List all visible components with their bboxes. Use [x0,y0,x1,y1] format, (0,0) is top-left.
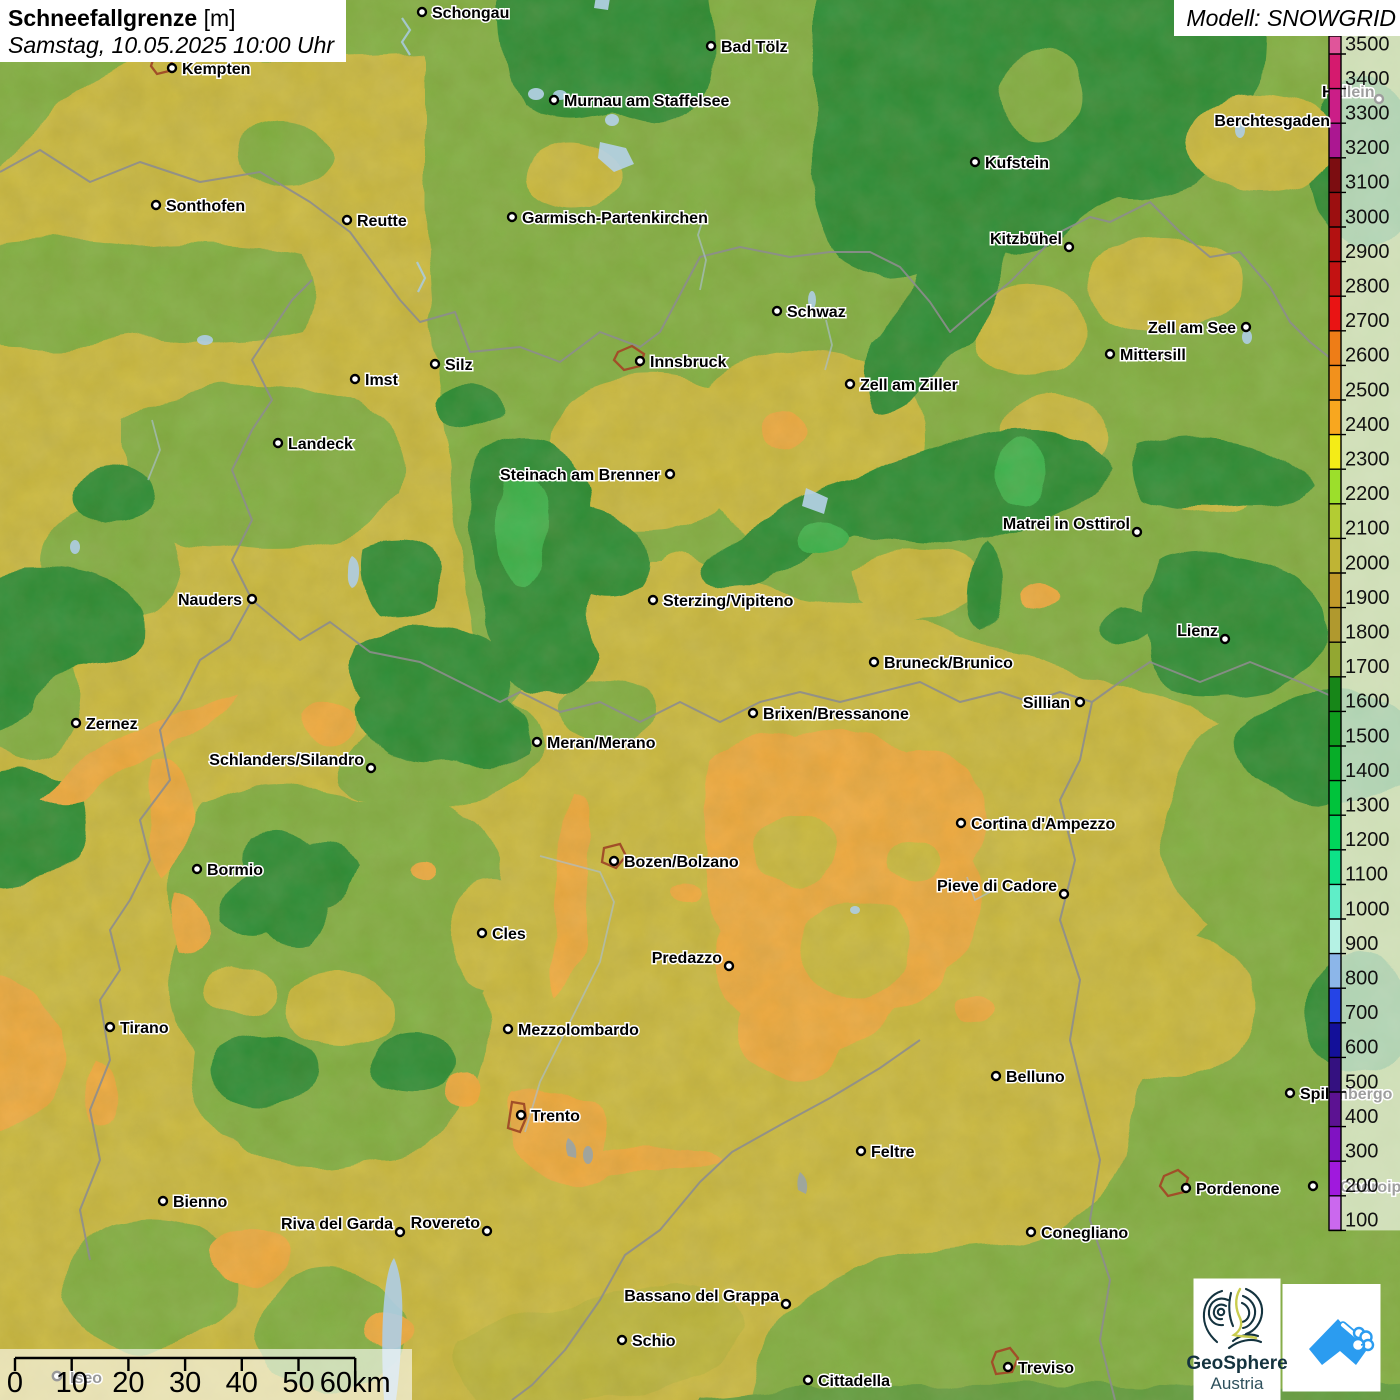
svg-text:600: 600 [1345,1037,1378,1059]
svg-text:2500: 2500 [1345,379,1390,401]
svg-text:Kempten: Kempten [182,61,250,78]
svg-text:1400: 1400 [1345,760,1390,782]
svg-text:2600: 2600 [1345,345,1390,367]
svg-text:Schneefallgrenze [m]: Schneefallgrenze [m] [8,5,236,31]
svg-text:1300: 1300 [1345,794,1390,816]
svg-text:Schlanders/Silandro: Schlanders/Silandro [209,752,364,769]
svg-text:Schwaz: Schwaz [787,304,846,321]
svg-text:2000: 2000 [1345,552,1390,574]
svg-text:1700: 1700 [1345,656,1390,678]
svg-text:3500: 3500 [1345,33,1390,55]
svg-text:2400: 2400 [1345,414,1390,436]
svg-text:Garmisch-Partenkirchen: Garmisch-Partenkirchen [522,210,708,227]
svg-text:Pordenone: Pordenone [1196,1181,1280,1198]
svg-text:2200: 2200 [1345,483,1390,505]
svg-text:Brixen/Bressanone: Brixen/Bressanone [763,706,909,723]
svg-text:500: 500 [1345,1071,1378,1093]
svg-text:Cles: Cles [492,926,526,943]
svg-text:Zell am Ziller: Zell am Ziller [860,377,958,394]
svg-text:Bruneck/Brunico: Bruneck/Brunico [884,655,1013,672]
svg-text:Matrei in Osttirol: Matrei in Osttirol [1003,516,1130,533]
svg-text:Kitzbühel: Kitzbühel [990,231,1062,248]
svg-text:Bozen/Bolzano: Bozen/Bolzano [624,854,739,871]
svg-text:2100: 2100 [1345,518,1390,540]
svg-text:60km: 60km [320,1367,391,1399]
svg-text:Sterzing/Vipiteno: Sterzing/Vipiteno [663,593,794,610]
svg-text:Treviso: Treviso [1018,1360,1074,1377]
svg-text:Steinach am Brenner: Steinach am Brenner [500,467,660,484]
svg-text:Predazzo: Predazzo [652,950,722,967]
svg-text:3400: 3400 [1345,68,1390,90]
svg-text:2900: 2900 [1345,241,1390,263]
svg-text:Schio: Schio [632,1333,676,1350]
svg-text:Kufstein: Kufstein [985,155,1049,172]
svg-text:Bassano del Grappa: Bassano del Grappa [624,1288,779,1305]
svg-text:Innsbruck: Innsbruck [650,354,727,371]
svg-text:Silz: Silz [445,357,473,374]
svg-text:3000: 3000 [1345,206,1390,228]
svg-text:Meran/Merano: Meran/Merano [547,735,656,752]
svg-text:1100: 1100 [1345,864,1388,886]
svg-text:3300: 3300 [1345,102,1390,124]
svg-text:Zernez: Zernez [86,716,138,733]
svg-text:Modell: SNOWGRID: Modell: SNOWGRID [1186,5,1396,31]
svg-text:Sillian: Sillian [1023,695,1070,712]
svg-text:Samstag, 10.05.2025 10:00 Uhr: Samstag, 10.05.2025 10:00 Uhr [8,32,335,58]
svg-text:50: 50 [282,1367,314,1399]
svg-text:2800: 2800 [1345,275,1390,297]
svg-text:Feltre: Feltre [871,1144,915,1161]
svg-text:GeoSphere: GeoSphere [1186,1353,1287,1374]
svg-text:1600: 1600 [1345,691,1390,713]
svg-text:Mittersill: Mittersill [1120,347,1186,364]
svg-text:Rovereto: Rovereto [411,1215,481,1232]
svg-text:200: 200 [1345,1175,1378,1197]
svg-text:0: 0 [7,1367,23,1399]
svg-text:Tirano: Tirano [120,1020,169,1037]
svg-text:Cittadella: Cittadella [818,1373,890,1390]
svg-text:900: 900 [1345,933,1378,955]
svg-text:100: 100 [1345,1210,1378,1232]
svg-text:Pieve di Cadore: Pieve di Cadore [937,878,1057,895]
svg-text:400: 400 [1345,1106,1378,1128]
svg-text:700: 700 [1345,1002,1378,1024]
svg-text:Belluno: Belluno [1006,1069,1065,1086]
svg-text:Lienz: Lienz [1177,623,1218,640]
svg-text:10: 10 [56,1367,88,1399]
svg-text:Berchtesgaden: Berchtesgaden [1214,113,1330,130]
svg-text:Bad Tölz: Bad Tölz [721,39,788,56]
svg-text:Bormio: Bormio [207,862,263,879]
svg-text:3100: 3100 [1345,172,1390,194]
svg-text:2300: 2300 [1345,448,1390,470]
svg-text:1500: 1500 [1345,725,1390,747]
svg-text:Zell am See: Zell am See [1148,320,1236,337]
svg-text:1200: 1200 [1345,829,1390,851]
svg-text:Landeck: Landeck [288,436,353,453]
svg-text:1800: 1800 [1345,621,1390,643]
svg-text:Bienno: Bienno [173,1194,227,1211]
svg-text:Conegliano: Conegliano [1041,1225,1128,1242]
svg-text:Reutte: Reutte [357,213,407,230]
svg-text:Riva del Garda: Riva del Garda [281,1216,393,1233]
svg-text:1000: 1000 [1345,898,1390,920]
svg-text:2700: 2700 [1345,310,1390,332]
svg-text:3200: 3200 [1345,137,1390,159]
svg-text:Cortina d'Ampezzo: Cortina d'Ampezzo [971,816,1115,833]
svg-text:300: 300 [1345,1140,1378,1162]
svg-text:Schongau: Schongau [432,5,509,22]
svg-text:Murnau am Staffelsee: Murnau am Staffelsee [564,93,729,110]
svg-text:30: 30 [169,1367,201,1399]
svg-text:Imst: Imst [365,372,399,389]
svg-text:Nauders: Nauders [178,592,242,609]
svg-text:20: 20 [112,1367,144,1399]
svg-text:1900: 1900 [1345,587,1390,609]
svg-text:Trento: Trento [531,1108,580,1125]
svg-text:800: 800 [1345,967,1378,989]
svg-text:40: 40 [226,1367,258,1399]
svg-text:Austria: Austria [1211,1374,1264,1393]
svg-text:Sonthofen: Sonthofen [166,198,245,215]
svg-text:Mezzolombardo: Mezzolombardo [518,1022,639,1039]
